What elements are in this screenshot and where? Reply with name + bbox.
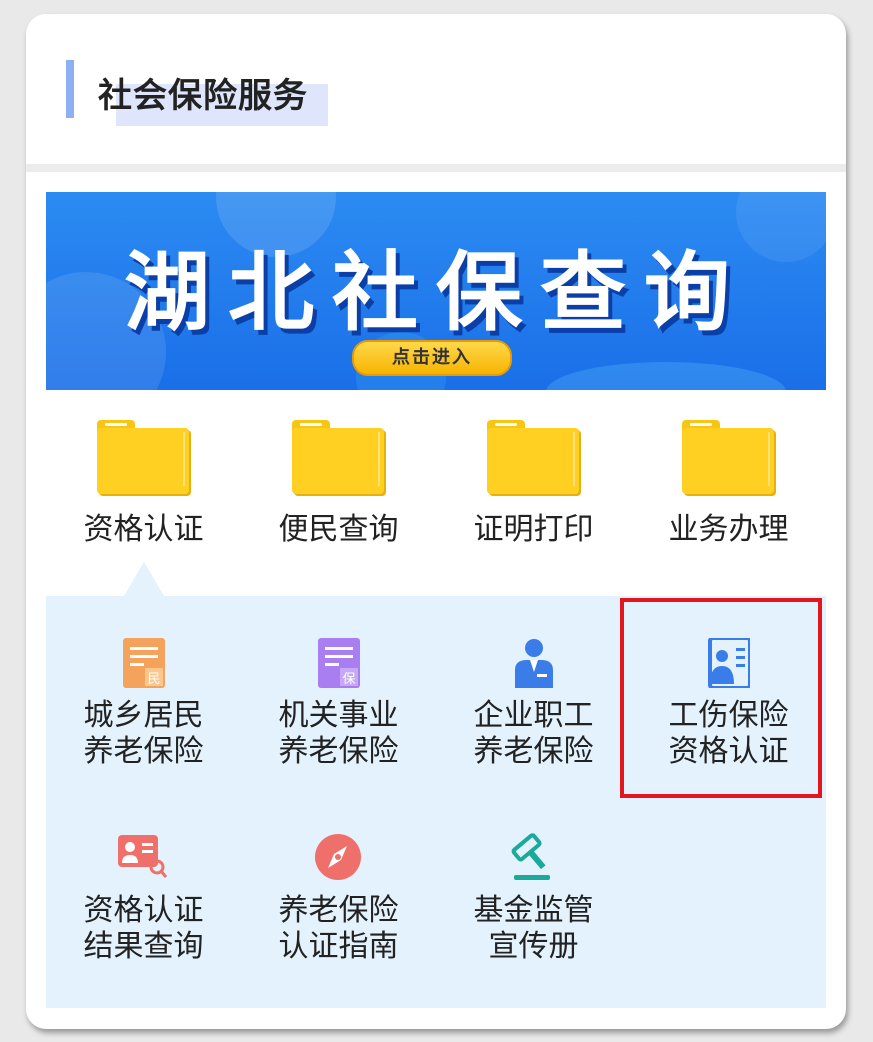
item-label-line1: 城乡居民 <box>83 698 204 733</box>
svg-text:保: 保 <box>342 672 355 687</box>
folder-icon <box>487 420 579 494</box>
item-urban-rural-pension[interactable]: 民 城乡居民 养老保险 <box>46 596 241 796</box>
page-title: 社会保险服务 <box>98 76 308 116</box>
item-label-line1: 养老保险 <box>278 893 399 928</box>
item-pension-certification-guide[interactable]: 养老保险 认证指南 <box>241 791 436 991</box>
tab-label: 资格认证 <box>83 512 204 547</box>
hubei-query-banner[interactable]: 湖北社保查询 点击进入 <box>46 192 826 390</box>
resident-document-icon: 民 <box>123 638 165 688</box>
item-government-pension[interactable]: 保 机关事业 养老保险 <box>241 596 436 796</box>
tab-label: 便民查询 <box>278 512 399 547</box>
id-card-search-icon <box>118 835 168 878</box>
folder-icon <box>292 420 384 494</box>
title-accent-bar <box>66 60 74 118</box>
tab-business-handling[interactable]: 业务办理 <box>631 408 826 558</box>
item-label-line1: 机关事业 <box>278 698 399 733</box>
item-label-line2: 养老保险 <box>278 734 399 769</box>
category-tabs: 资格认证 便民查询 证明打印 业务办理 <box>46 408 826 568</box>
gavel-icon <box>511 833 550 880</box>
divider <box>26 164 846 172</box>
item-label-line1: 基金监管 <box>473 893 594 928</box>
folder-icon <box>682 420 774 494</box>
tab-certificate-print[interactable]: 证明打印 <box>436 408 631 558</box>
folder-icon <box>97 420 189 494</box>
svg-text:民: 民 <box>147 672 160 687</box>
tab-qualification[interactable]: 资格认证 <box>46 408 241 558</box>
item-label-line2: 养老保险 <box>83 734 204 769</box>
employee-icon <box>515 639 553 688</box>
item-label-line1: 资格认证 <box>83 893 204 928</box>
enter-button[interactable]: 点击进入 <box>352 340 512 376</box>
item-qualification-result-query[interactable]: 资格认证 结果查询 <box>46 791 241 991</box>
banner-title: 湖北社保查询 <box>124 243 748 343</box>
active-tab-pointer <box>124 562 164 596</box>
item-enterprise-pension[interactable]: 企业职工 养老保险 <box>436 596 631 796</box>
highlight-box <box>620 598 822 798</box>
card-header: 社会保险服务 <box>26 14 846 164</box>
insurance-document-icon: 保 <box>318 638 360 688</box>
banner-decoration <box>546 362 786 390</box>
tab-convenience-query[interactable]: 便民查询 <box>241 408 436 558</box>
item-label-line2: 认证指南 <box>278 929 399 964</box>
item-label-line2: 养老保险 <box>473 734 594 769</box>
item-label-line1: 企业职工 <box>473 698 594 733</box>
item-label-line2: 宣传册 <box>488 929 579 964</box>
tab-label: 证明打印 <box>473 512 594 547</box>
item-fund-supervision-brochure[interactable]: 基金监管 宣传册 <box>436 791 631 991</box>
tab-label: 业务办理 <box>668 512 789 547</box>
item-label-line2: 结果查询 <box>83 929 204 964</box>
compass-icon <box>315 834 361 880</box>
